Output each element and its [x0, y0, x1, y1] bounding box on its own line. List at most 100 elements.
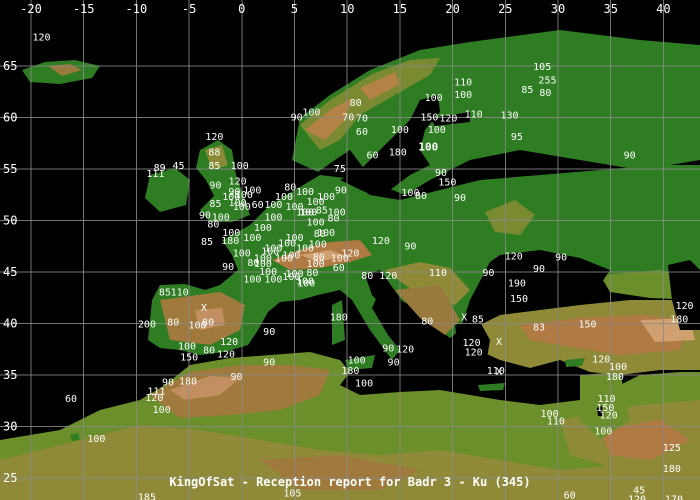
lat-tick-label: 50 — [3, 214, 17, 228]
reception-report-value: 100 — [454, 90, 472, 101]
reception-report-value: 90 — [382, 343, 394, 354]
lon-tick-label: 5 — [291, 2, 298, 16]
reception-report-value: 90 — [624, 151, 636, 162]
reception-report-value: 60 — [366, 151, 378, 162]
reception-report-value: 60 — [252, 200, 264, 211]
reception-report-value: X — [461, 312, 467, 323]
lon-tick-label: 10 — [340, 2, 354, 16]
lat-tick-label: 35 — [3, 368, 17, 382]
reception-report-value: 100 — [87, 434, 105, 445]
reception-report-value: 100 — [355, 378, 373, 389]
reception-report-value: 120 — [396, 344, 414, 355]
reception-report-value: 90 — [404, 241, 416, 252]
reception-report-value: 255 — [538, 76, 556, 87]
reception-report-value: 110 — [487, 366, 505, 377]
reception-report-value: 100 — [418, 140, 438, 153]
reception-report-value: 90 — [263, 358, 275, 369]
cluster-report-mark: 100 — [328, 207, 346, 218]
reception-report-value: 70 — [356, 114, 368, 125]
lon-tick-label: -5 — [182, 2, 196, 16]
reception-report-value: 75 — [334, 164, 346, 175]
map-title: KingOfSat - Reception report for Badr 3 … — [169, 475, 530, 489]
lon-tick-label: 20 — [445, 2, 459, 16]
reception-report-value: 180 — [341, 366, 359, 377]
reception-report-value: 180 — [670, 314, 688, 325]
reception-report-value: 90 — [222, 262, 234, 273]
reception-report-value: 120 — [675, 301, 693, 312]
reception-report-value: 120 — [205, 132, 223, 143]
cluster-report-mark: 100 — [317, 228, 335, 239]
reception-report-value: 88 — [208, 148, 220, 159]
reception-report-value: 85 — [209, 199, 221, 210]
reception-report-value: 150 — [180, 353, 198, 364]
reception-report-value: 125 — [663, 443, 681, 454]
reception-report-value: 100 — [391, 125, 409, 136]
reception-report-value: 190 — [508, 278, 526, 289]
lon-tick-label: 40 — [656, 2, 670, 16]
reception-report-value: 150 — [438, 177, 456, 188]
reception-report-value: 120 — [220, 337, 238, 348]
cluster-report-mark: 100 — [243, 274, 261, 285]
reception-report-value: 120 — [592, 355, 610, 366]
reception-report-value: 100 — [189, 321, 207, 332]
reception-report-value: 60 — [356, 127, 368, 138]
reception-report-value: 150 — [578, 320, 596, 331]
reception-report-value: 60 — [333, 263, 345, 274]
reception-report-value: 80 — [539, 88, 551, 99]
reception-report-value: 110 — [171, 288, 189, 299]
cluster-report-mark: 100 — [264, 200, 282, 211]
reception-report-value: 100 — [231, 161, 249, 172]
reception-report-value: 60 — [65, 394, 77, 405]
cluster-report-mark: 100 — [212, 213, 230, 224]
reception-report-value: 105 — [283, 489, 301, 500]
reception-report-value: 85 — [521, 85, 533, 96]
reception-report-value: 185 — [138, 493, 156, 500]
reception-report-value: 90 — [533, 264, 545, 275]
cluster-report-mark: 100 — [307, 259, 325, 270]
lat-tick-label: 55 — [3, 162, 17, 176]
cluster-report-mark: 100 — [275, 254, 293, 265]
reception-report-value: 120 — [465, 347, 483, 358]
reception-report-value: 100 — [428, 125, 446, 136]
reception-report-value: 45 — [173, 161, 185, 172]
cluster-report-mark: 100 — [296, 187, 314, 198]
reception-report-value: 100 — [425, 93, 443, 104]
reception-report-value: 90 — [335, 186, 347, 197]
cluster-report-mark: 100 — [243, 233, 261, 244]
reception-report-value: 105 — [533, 62, 551, 73]
reception-report-value: 111 — [146, 169, 164, 180]
reception-report-value: 120 — [439, 114, 457, 125]
lon-tick-label: 25 — [498, 2, 512, 16]
reception-report-value: X — [496, 337, 502, 348]
lon-tick-label: 15 — [393, 2, 407, 16]
lon-tick-label: 0 — [238, 2, 245, 16]
reception-report-value: 90 — [291, 113, 303, 124]
reception-report-value: 90 — [388, 358, 400, 369]
lat-tick-label: 65 — [3, 59, 17, 73]
reception-report-value: 85 — [201, 237, 213, 248]
cluster-report-mark: 100 — [317, 192, 335, 203]
reception-map: -20 -15 -10 -5 0 5 10 15 20 25 30 35 40 65 60 55 50 45 40 3… — [0, 0, 700, 500]
reception-report-value: 70 — [342, 113, 354, 124]
reception-report-value: 80 — [350, 98, 362, 109]
reception-report-value: 180 — [179, 376, 197, 387]
lat-tick-label: 60 — [3, 111, 17, 125]
reception-report-value: X — [201, 303, 207, 314]
reception-report-value: 90 — [231, 372, 243, 383]
reception-report-value: 170 — [665, 495, 683, 500]
lon-tick-label: 30 — [551, 2, 565, 16]
lat-tick-label: 25 — [3, 471, 17, 485]
reception-report-value: 90 — [263, 327, 275, 338]
lat-tick-label: 40 — [3, 317, 17, 331]
reception-report-value: 110 — [547, 416, 565, 427]
cluster-report-mark: 100 — [296, 243, 314, 254]
reception-report-value: 80 — [415, 191, 427, 202]
reception-report-value: 110 — [429, 268, 447, 279]
reception-report-value: 90 — [482, 268, 494, 279]
reception-report-value: 130 — [500, 111, 518, 122]
cluster-report-mark: 100 — [222, 228, 240, 239]
reception-report-value: 90 — [454, 193, 466, 204]
reception-report-value: 85 — [208, 161, 220, 172]
reception-report-value: 100 — [153, 405, 171, 416]
cluster-report-mark: 100 — [233, 202, 251, 213]
